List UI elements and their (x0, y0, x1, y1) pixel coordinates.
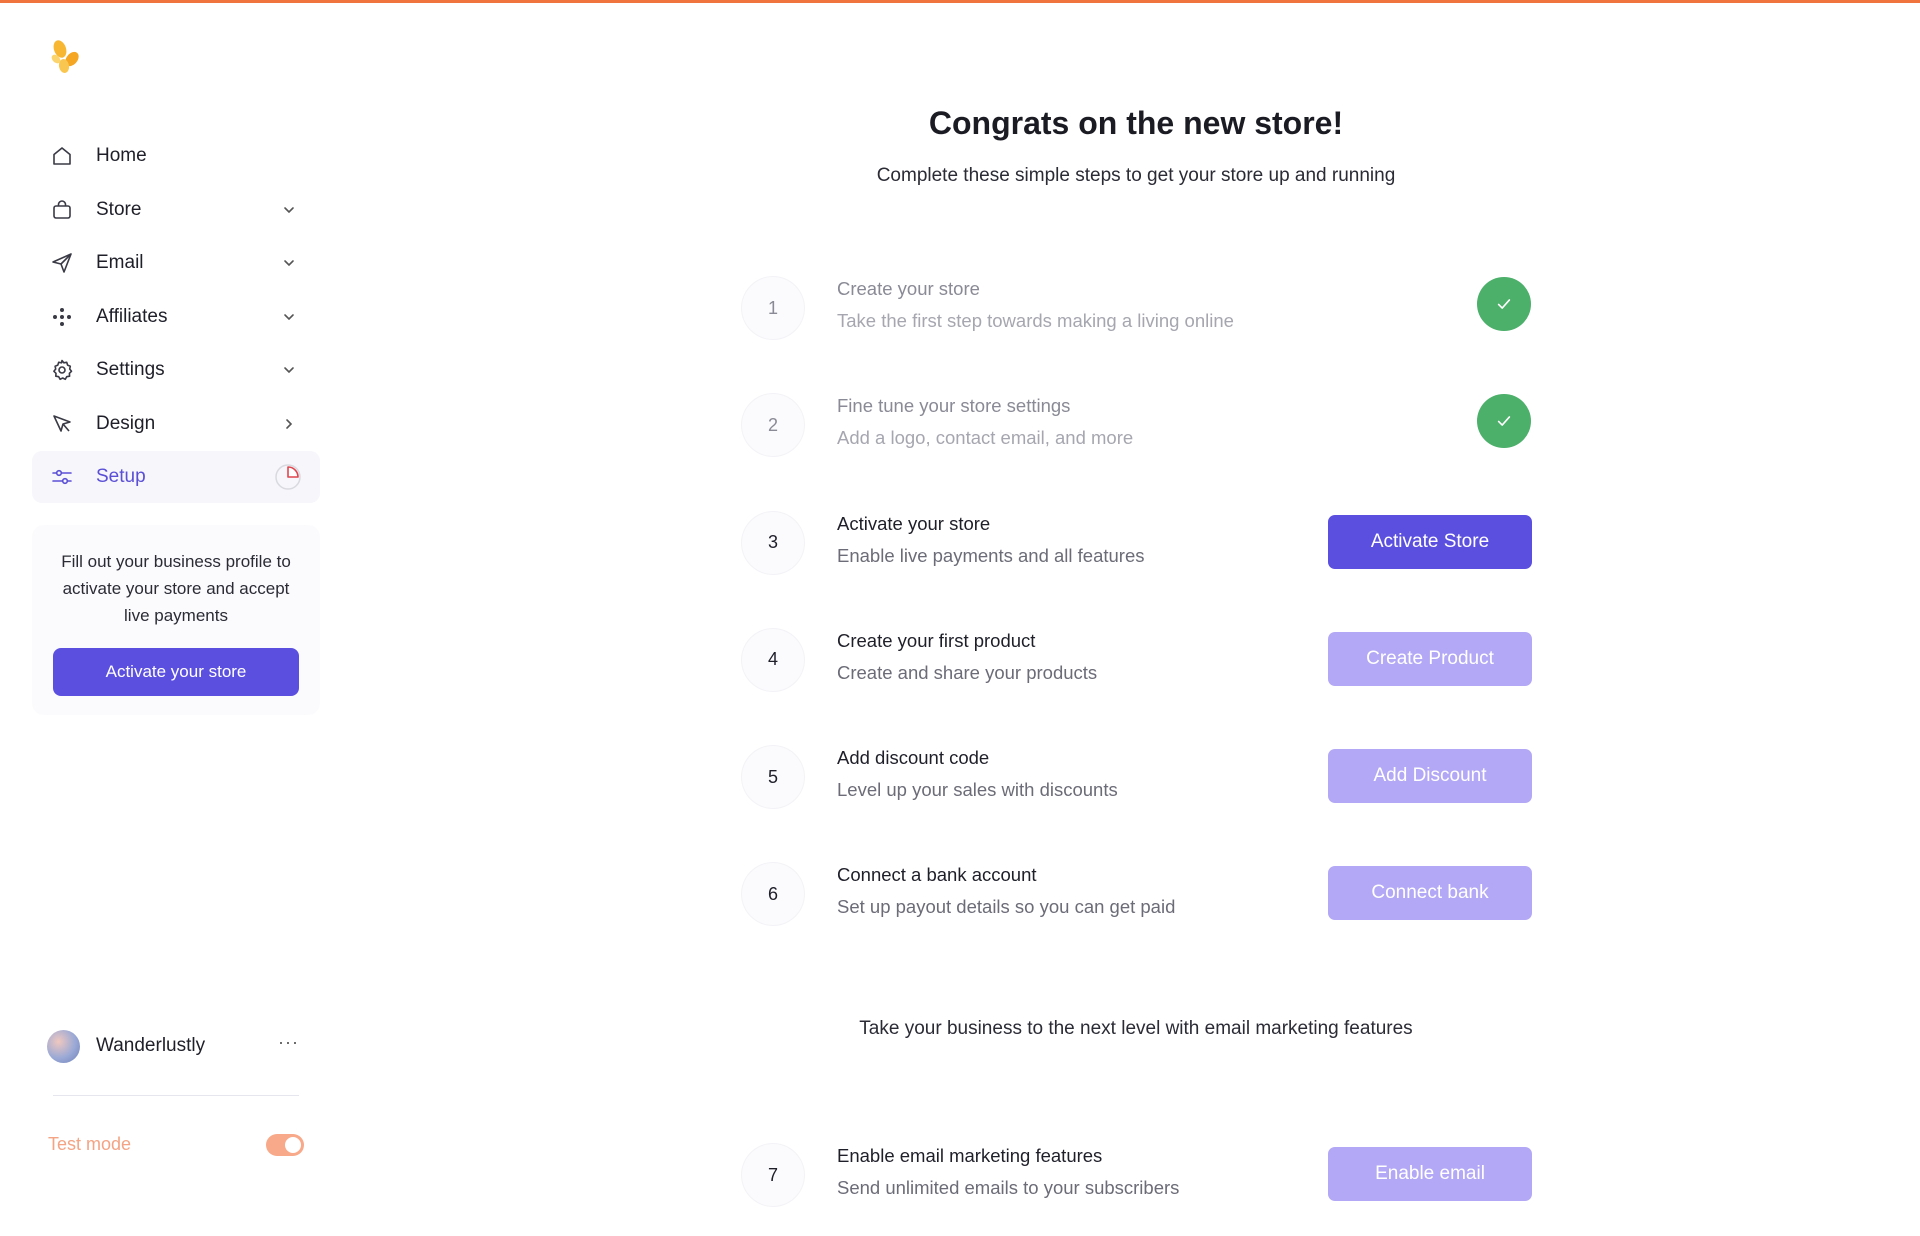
step-connect-bank: 6 Connect a bank account Set up payout d… (742, 855, 1532, 972)
step-description: Level up your sales with discounts (837, 779, 1118, 801)
sidebar-item-email[interactable]: Email (32, 237, 320, 289)
add-discount-button[interactable]: Add Discount (1328, 749, 1532, 804)
pointer-icon (50, 412, 74, 436)
test-mode-toggle[interactable] (266, 1134, 304, 1156)
promo-text: Fill out your business profile to activa… (61, 552, 291, 625)
step-title: Activate your store (837, 512, 991, 534)
setup-progress-pie-icon (274, 463, 302, 491)
step-title: Fine tune your store settings (837, 395, 1071, 417)
step-title: Connect a bank account (837, 864, 1037, 886)
create-product-button[interactable]: Create Product (1328, 631, 1532, 686)
step-enable-email: 7 Enable email marketing features Send u… (742, 1136, 1532, 1236)
step-number: 1 (742, 277, 804, 339)
gear-icon (50, 358, 74, 382)
completed-check-icon (1477, 277, 1531, 331)
sidebar-item-label: Affiliates (96, 305, 168, 327)
step-description: Take the first step towards making a liv… (837, 310, 1234, 331)
step-description: Send unlimited emails to your subscriber… (837, 1177, 1180, 1198)
step-title: Enable email marketing features (837, 1145, 1103, 1166)
home-icon (50, 144, 74, 168)
sidebar-item-label: Home (96, 145, 147, 166)
step-number: 2 (742, 394, 804, 457)
activate-store-button[interactable]: Activate Store (1328, 514, 1532, 569)
toggle-knob (285, 1137, 301, 1153)
completed-check-icon (1477, 394, 1531, 449)
step-title: Create your first product (837, 629, 1036, 651)
step-create-product: 4 Create your first product Create and s… (742, 621, 1532, 738)
sidebar: Home Store Email Affiliates Settings Des… (0, 3, 338, 1200)
sidebar-nav: Home Store Email Affiliates Settings Des… (32, 130, 320, 505)
marketing-heading: Take your business to the next level wit… (859, 1018, 1413, 1039)
sidebar-item-store[interactable]: Store (32, 184, 320, 236)
brand-logo-icon[interactable] (50, 39, 84, 81)
sidebar-item-affiliates[interactable]: Affiliates (32, 291, 320, 343)
sidebar-item-home[interactable]: Home (32, 130, 320, 182)
step-description: Set up payout details so you can get pai… (837, 896, 1176, 918)
step-number: 3 (742, 511, 804, 574)
step-description: Add a logo, contact email, and more (837, 427, 1134, 449)
chevron-down-icon[interactable] (280, 201, 298, 219)
chevron-right-icon[interactable] (280, 415, 298, 433)
page-subtitle: Complete these simple steps to get your … (876, 165, 1396, 186)
connect-bank-button[interactable]: Connect bank (1328, 866, 1532, 921)
affiliates-icon (50, 305, 74, 329)
sidebar-item-setup[interactable]: Setup (32, 451, 320, 503)
sidebar-item-settings[interactable]: Settings (32, 344, 320, 396)
sidebar-item-label: Settings (96, 359, 165, 380)
step-store-settings: 2 Fine tune your store settings Add a lo… (742, 386, 1532, 503)
step-title: Create your store (837, 278, 980, 299)
bag-icon (50, 198, 74, 222)
step-number: 6 (742, 863, 804, 926)
activate-your-store-button[interactable]: Activate your store (53, 648, 299, 696)
chevron-down-icon[interactable] (280, 254, 298, 272)
step-create-store: 1 Create your store Take the first step … (742, 269, 1532, 386)
sidebar-divider (53, 1095, 299, 1096)
sidebar-item-label: Setup (96, 466, 146, 487)
step-title: Add discount code (837, 747, 990, 769)
sidebar-item-label: Design (96, 412, 156, 434)
chevron-down-icon[interactable] (280, 308, 298, 326)
setup-steps-list: 1 Create your store Take the first step … (742, 269, 1532, 973)
step-description: Create and share your products (837, 661, 1098, 683)
more-options-icon[interactable]: ··· (278, 1032, 299, 1053)
sidebar-item-design[interactable]: Design (32, 398, 320, 450)
avatar[interactable] (47, 1030, 80, 1063)
send-icon (50, 251, 74, 275)
page-title: Congrats on the new store! (928, 105, 1344, 141)
step-add-discount: 5 Add discount code Level up your sales … (742, 738, 1532, 855)
test-mode-label: Test mode (48, 1134, 132, 1154)
step-description: Enable live payments and all features (837, 544, 1145, 566)
activate-store-promo: Fill out your business profile to activa… (32, 525, 320, 715)
user-name: Wanderlustly (96, 1035, 206, 1056)
enable-email-button[interactable]: Enable email (1328, 1147, 1532, 1201)
step-number: 4 (742, 628, 804, 691)
step-activate-store: 3 Activate your store Enable live paymen… (742, 504, 1532, 621)
step-number: 5 (742, 746, 804, 809)
user-profile[interactable]: Wanderlustly ··· (47, 1028, 307, 1064)
sliders-icon (50, 465, 74, 489)
sidebar-item-label: Email (96, 252, 144, 273)
sidebar-item-label: Store (96, 198, 142, 220)
step-number: 7 (742, 1144, 804, 1206)
chevron-down-icon[interactable] (280, 361, 298, 379)
